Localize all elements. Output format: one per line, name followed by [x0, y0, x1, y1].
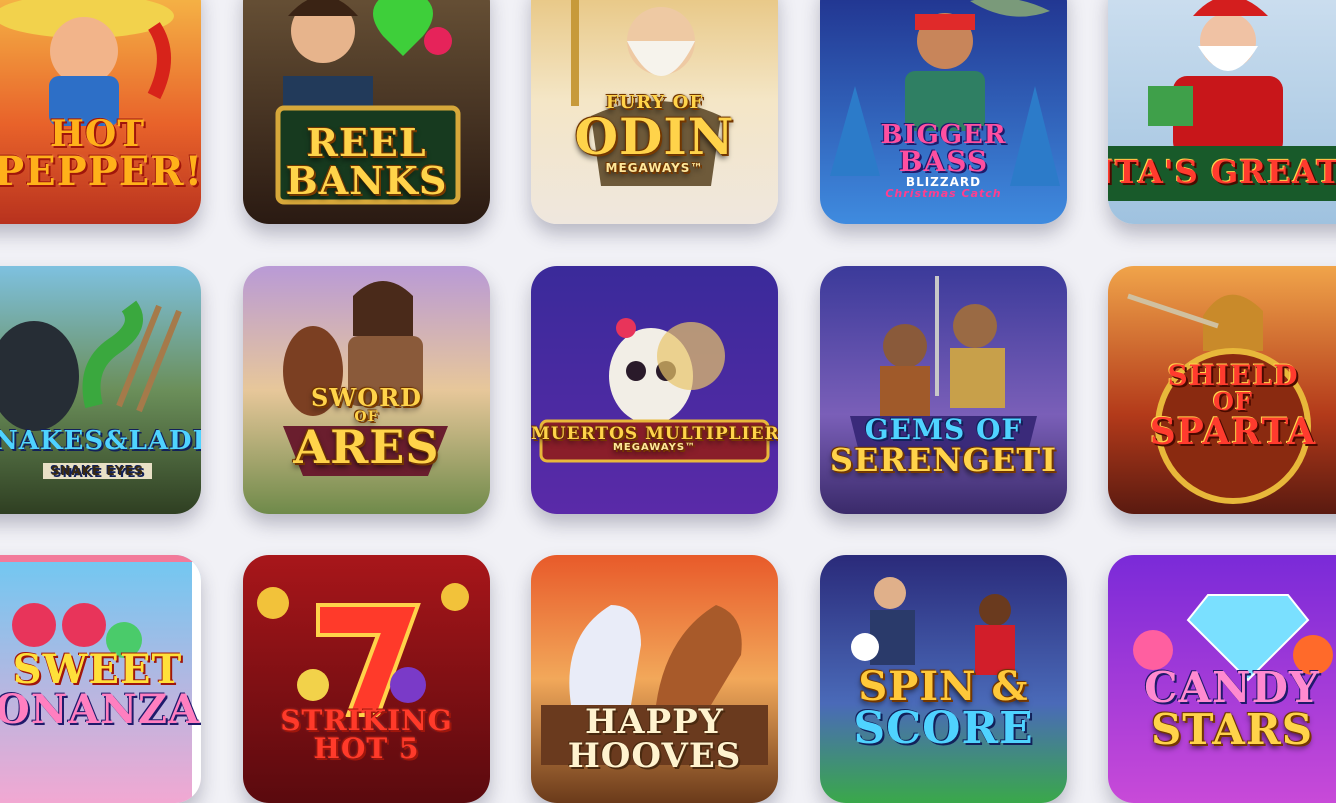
game-title-line: SWEET: [12, 646, 183, 693]
game-title-line: MEGAWAYS™: [612, 442, 697, 453]
game-title-line: SANTA'S GREAT: [1108, 153, 1336, 191]
game-title-line: SHIELD: [1167, 359, 1299, 392]
game-title-line: HOOVES: [567, 736, 742, 776]
game-title-line: SPARTA: [1149, 411, 1317, 453]
striking-hot-5-artwork: [243, 555, 490, 803]
game-tile-spin-and-score[interactable]: SPIN & SCORE: [820, 555, 1067, 803]
game-title-line: SCORE: [853, 703, 1034, 754]
game-title-line: Christmas Catch: [885, 187, 1002, 200]
game-title-line: CANDY: [1144, 663, 1320, 712]
game-title-line: HOT 5: [313, 732, 420, 765]
game-title-line: BANKS: [285, 158, 448, 203]
game-tile-muertos-multiplier[interactable]: MUERTOS MULTIPLIER MEGAWAYS™: [531, 266, 778, 514]
game-tile-santas-great-gifts[interactable]: SANTA'S GREAT: [1108, 0, 1336, 224]
game-title-line: HAPPY: [585, 702, 724, 742]
game-tile-sword-of-ares[interactable]: SWORD OF ARES: [243, 266, 490, 514]
game-tile-candy-stars[interactable]: CANDY STARS: [1108, 555, 1336, 803]
game-title-line: SERENGETI: [829, 441, 1058, 479]
game-tile-bigger-bass-blizzard[interactable]: BIGGER BASS BLIZZARD Christmas Catch: [820, 0, 1067, 224]
game-title-line: REEL: [306, 120, 427, 165]
game-title-line: STARS: [1150, 705, 1314, 754]
game-tile-snakes-and-ladders[interactable]: NAKES&LADDERS SNAKE EYES: [0, 266, 201, 514]
game-tile-striking-hot-5[interactable]: STRIKING HOT 5: [243, 555, 490, 803]
game-tile-gems-of-serengeti[interactable]: GEMS OF SERENGETI: [820, 266, 1067, 514]
game-tile-sweet-bonanza[interactable]: SWEET ONANZA: [0, 555, 201, 803]
game-title-line: MUERTOS MULTIPLIER: [531, 424, 778, 444]
game-title-line: SNAKE EYES: [42, 463, 153, 479]
game-title-line: PEPPER!: [0, 148, 201, 195]
game-title-line: ODIN: [574, 107, 735, 166]
game-title-line: SPIN &: [858, 663, 1029, 710]
game-title-line: HOT: [49, 113, 146, 155]
game-tile-hot-pepper[interactable]: HOT PEPPER!: [0, 0, 201, 224]
muertos-multiplier-artwork: [531, 266, 778, 514]
game-tile-reel-banks[interactable]: REEL BANKS: [243, 0, 490, 224]
game-title-line: STRIKING: [280, 704, 453, 737]
game-title-line: MEGAWAYS™: [605, 161, 704, 175]
game-title-line: NAKES&LADDERS: [0, 426, 201, 456]
game-title-line: BASS: [898, 145, 989, 178]
game-tile-shield-of-sparta[interactable]: SHIELD OF SPARTA: [1108, 266, 1336, 514]
game-tile-fury-of-odin[interactable]: FURY OF ODIN MEGAWAYS™: [531, 0, 778, 224]
game-tile-happy-hooves[interactable]: HAPPY HOOVES: [531, 555, 778, 803]
game-title-line: SWORD: [311, 383, 422, 412]
game-title-line: ARES: [293, 420, 440, 474]
game-title-line: GEMS OF: [864, 413, 1023, 446]
game-title-line: ONANZA: [0, 686, 201, 733]
